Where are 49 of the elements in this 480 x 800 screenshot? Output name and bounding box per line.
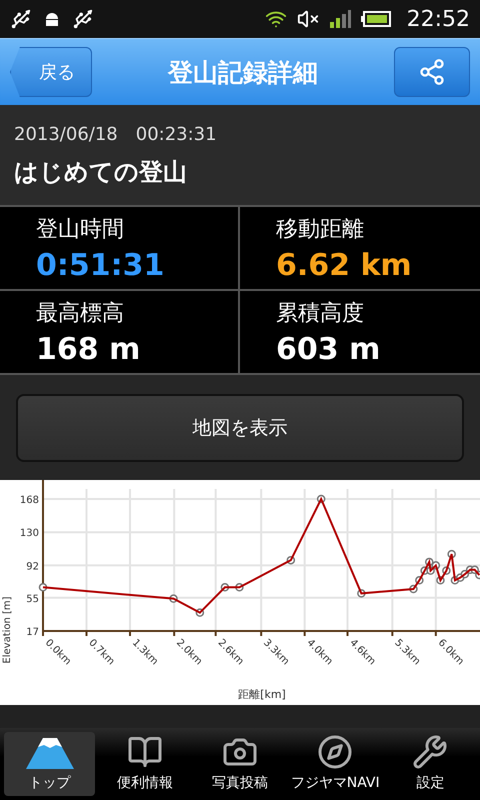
data-point [286,556,296,564]
share-icon [418,58,446,86]
y-tick-label: 130 [20,528,39,540]
x-axis-title: 距離[km] [238,688,286,701]
stat-label: 移動距離 [276,216,365,244]
compass-icon [317,734,354,770]
nav-tab[interactable]: 便利情報 [99,732,190,796]
stat-value: 6.62 km [276,248,413,282]
data-point [432,561,440,570]
y-axis-title: Elevation [m] [2,596,13,664]
data-point [442,566,451,575]
y-tick-label: 17 [26,627,39,638]
data-point [415,576,424,585]
screen-title: 登山記録詳細 [168,56,318,88]
stat-label: 累積高度 [276,300,365,328]
stat-value: 603 m [276,332,382,366]
mute-icon [296,8,319,30]
clock-time: 22:52 [406,6,470,32]
stat-value: 0:51:31 [36,248,166,282]
signal-icon [328,10,351,28]
wrench-icon [412,734,448,770]
stat-label: 最高標高 [36,300,125,328]
data-point [436,576,445,585]
share-button[interactable] [394,47,470,97]
stat-label: 登山時間 [36,216,125,244]
mountain-icon [24,736,75,770]
nav-tab[interactable]: 設定 [384,732,476,796]
usb-icon [72,8,94,30]
y-tick-label: 55 [26,594,39,605]
battery-icon [360,11,391,27]
y-tick-label: 92 [26,561,39,572]
data-point [38,583,48,592]
data-point [169,594,178,603]
data-point [447,550,456,558]
show-map-button[interactable]: 地図を表示 [16,394,464,462]
stat-value: 168 m [36,332,142,366]
record-name: はじめての登山 [14,157,188,188]
nav-tab[interactable]: フジヤマNAVI [290,732,381,796]
nav-tab[interactable]: トップ [4,732,96,796]
book-icon [126,734,163,770]
data-point [316,494,326,504]
y-tick-label: 168 [20,495,39,506]
data-point [409,584,418,594]
data-point [357,589,366,598]
data-point [196,608,204,617]
data-point [235,583,244,592]
nav-tab[interactable]: 写真投稿 [194,732,286,796]
usb-icon [10,8,32,30]
record-datetime: 2013/06/18 00:23:31 [14,123,218,146]
